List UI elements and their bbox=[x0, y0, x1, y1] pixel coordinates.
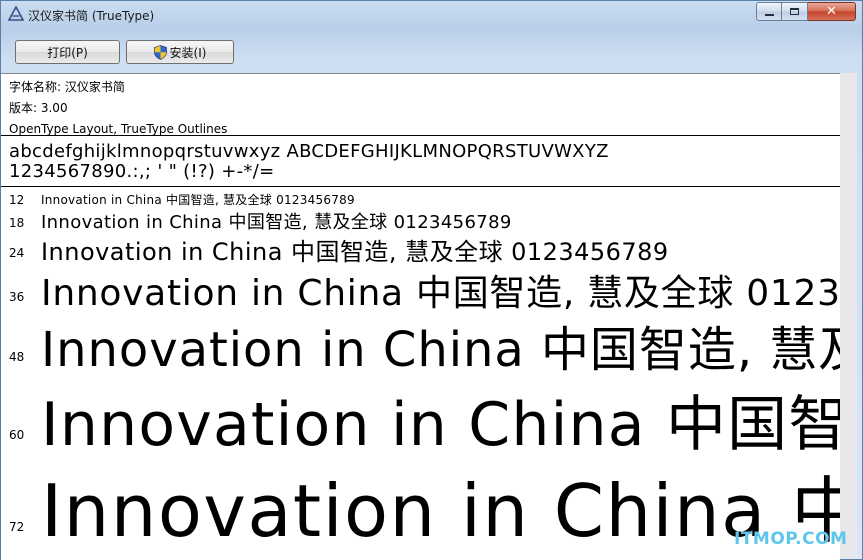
title-bar[interactable]: 汉仪家书简 (TrueType) ✕ bbox=[1, 1, 862, 29]
sample-row-36: 36 Innovation in China 中国智造, 慧及全球 012345… bbox=[1, 264, 840, 314]
maximize-button[interactable] bbox=[782, 2, 808, 21]
version-line: 版本: 3.00 bbox=[9, 101, 68, 115]
font-info: 字体名称: 汉仪家书简 版本: 3.00 OpenType Layout, Tr… bbox=[9, 77, 227, 140]
font-app-icon bbox=[8, 6, 24, 22]
sample-row-24: 24 Innovation in China 中国智造, 慧及全球 012345… bbox=[1, 232, 840, 266]
sample-size-label: 36 bbox=[9, 290, 25, 304]
sample-text: Innovation in China 中国智造, 慧及全球 012345678… bbox=[41, 238, 669, 266]
minimize-icon bbox=[764, 14, 774, 16]
format-line: OpenType Layout, TrueType Outlines bbox=[9, 122, 228, 136]
print-button[interactable]: 打印(P) bbox=[15, 40, 120, 64]
sample-size-label: 60 bbox=[9, 428, 25, 442]
install-button[interactable]: 安装(I) bbox=[126, 40, 234, 64]
print-button-label: 打印(P) bbox=[47, 45, 88, 60]
font-name-line: 字体名称: 汉仪家书简 bbox=[9, 80, 125, 94]
uac-shield-icon bbox=[153, 44, 167, 60]
sample-row-12: 12 Innovation in China 中国智造, 慧及全球 012345… bbox=[1, 190, 840, 208]
sample-row-48: 48 Innovation in China 中国智造, 慧及全球 012345… bbox=[1, 312, 840, 378]
character-set-sample: abcdefghijklmnopqrstuvwxyz ABCDEFGHIJKLM… bbox=[9, 142, 609, 182]
sample-size-label: 12 bbox=[9, 193, 25, 207]
close-icon: ✕ bbox=[826, 4, 837, 19]
font-viewer-window: 汉仪家书简 (TrueType) ✕ 打印(P) 安装(I) 字体名称: 汉仪家… bbox=[0, 0, 863, 560]
toolbar: 打印(P) 安装(I) bbox=[9, 36, 854, 66]
sample-row-72: 72 Innovation in China 中国智造, 慧及全球 012345… bbox=[1, 454, 840, 560]
sample-size-label: 72 bbox=[9, 520, 25, 534]
sample-text: Innovation in China 中国智造, 慧及全球 012345678… bbox=[41, 212, 512, 233]
sample-text: Innovation in China 中国智造, 慧及全球 012345678… bbox=[41, 193, 355, 207]
vertical-scrollbar[interactable] bbox=[840, 73, 857, 559]
sample-row-60: 60 Innovation in China 中国智造, 慧及全球 012345… bbox=[1, 374, 840, 460]
divider bbox=[1, 135, 840, 136]
sample-text: Innovation in China 中国智造, 慧及全球 012345678… bbox=[41, 322, 840, 378]
charset-line-letters: abcdefghijklmnopqrstuvwxyz ABCDEFGHIJKLM… bbox=[9, 141, 609, 162]
maximize-icon bbox=[790, 8, 799, 15]
charset-line-digits: 1234567890.:,; ' " (!?) +-*/= bbox=[9, 161, 275, 182]
site-watermark: ITMOP.COM bbox=[734, 529, 848, 549]
divider bbox=[1, 186, 840, 187]
sample-text: Innovation in China 中国智造, 慧及全球 012345678… bbox=[41, 273, 841, 314]
minimize-button[interactable] bbox=[756, 2, 782, 21]
font-preview-pane: 字体名称: 汉仪家书简 版本: 3.00 OpenType Layout, Tr… bbox=[1, 73, 841, 560]
sample-size-label: 24 bbox=[9, 246, 25, 260]
sample-size-label: 18 bbox=[9, 216, 25, 230]
close-button[interactable]: ✕ bbox=[808, 2, 856, 21]
sample-row-18: 18 Innovation in China 中国智造, 慧及全球 012345… bbox=[1, 208, 840, 233]
sample-size-label: 48 bbox=[9, 350, 25, 364]
sample-text: Innovation in China 中国智造, 慧及全球 012345678… bbox=[41, 469, 840, 553]
window-title: 汉仪家书简 (TrueType) bbox=[28, 9, 155, 23]
sample-text: Innovation in China 中国智造, 慧及全球 012345678… bbox=[41, 390, 840, 460]
install-button-label: 安装(I) bbox=[169, 45, 207, 60]
